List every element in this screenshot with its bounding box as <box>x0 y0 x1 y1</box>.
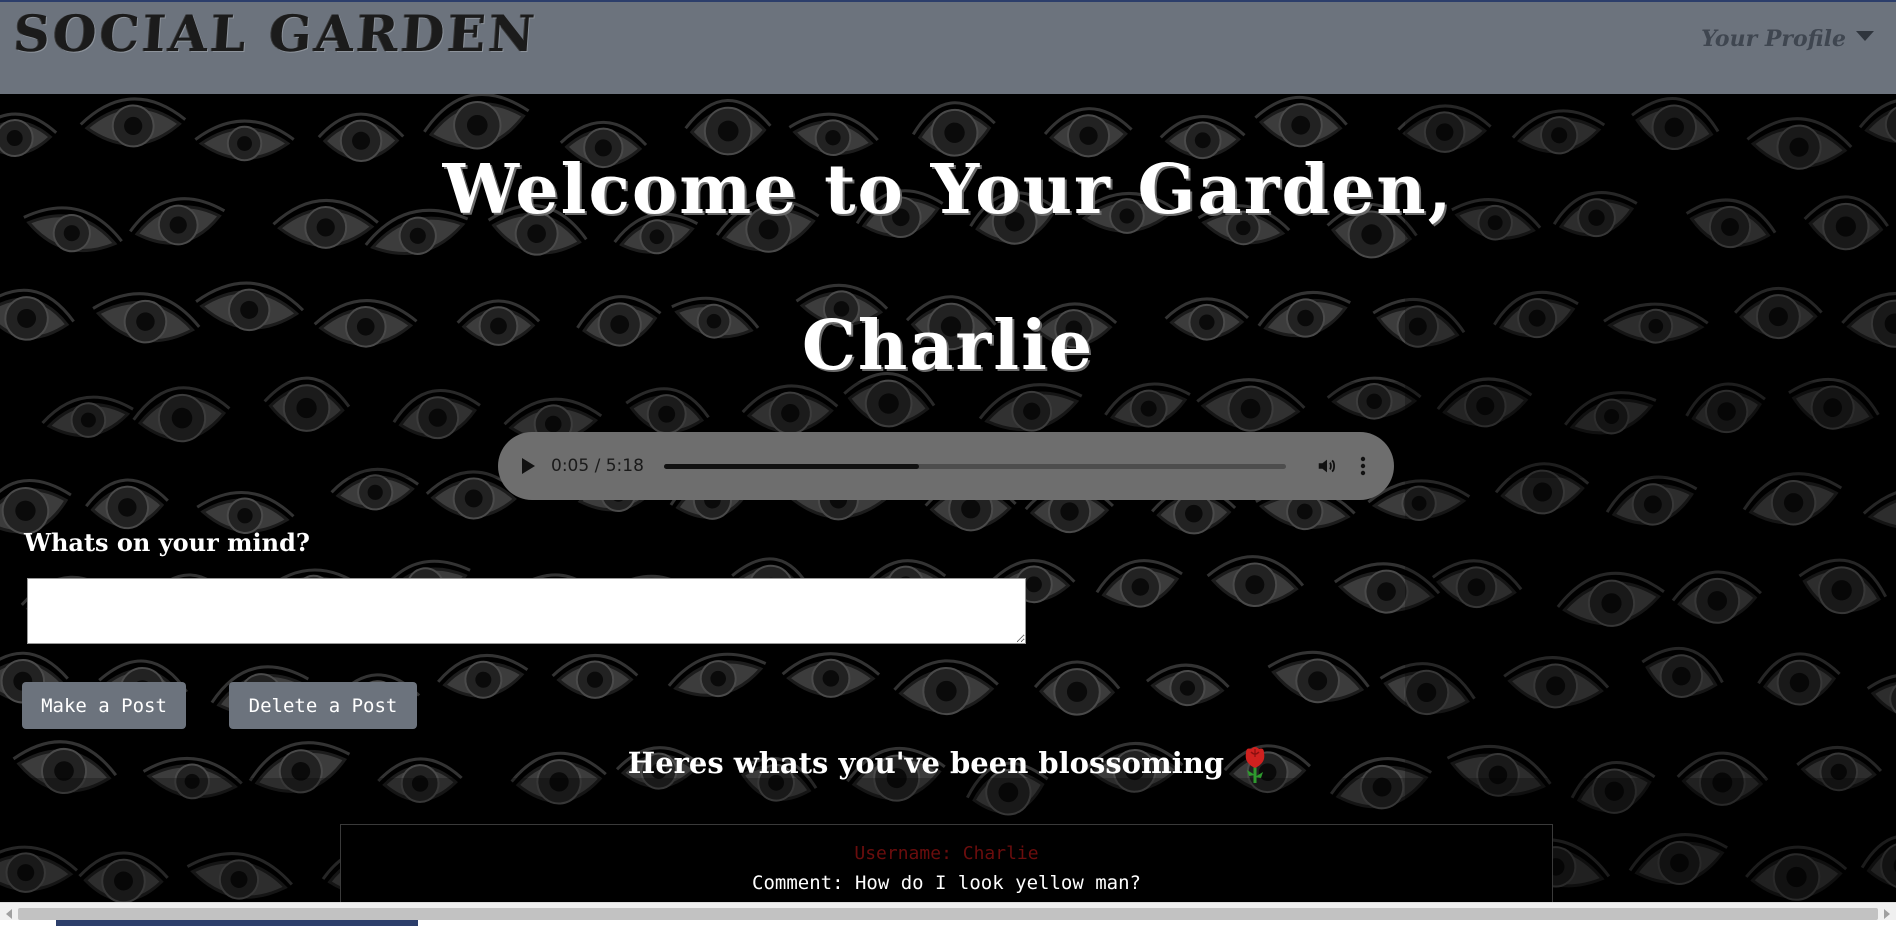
post-username: Username: Charlie <box>854 843 1039 864</box>
post-prompt-label: Whats on your mind? <box>24 528 310 557</box>
audio-progress-fill <box>663 463 919 469</box>
scroll-left-icon[interactable] <box>6 909 12 919</box>
eye-motif <box>893 659 999 716</box>
posts-heading-text: Heres whats you've been blossoming <box>627 746 1225 780</box>
scrollbar-thumb[interactable] <box>18 908 1878 920</box>
make-post-button[interactable]: Make a Post <box>22 682 186 729</box>
volume-icon[interactable] <box>1316 455 1338 477</box>
caret-down-icon <box>1856 31 1874 41</box>
eye-motif <box>1267 650 1370 704</box>
rose-icon <box>1245 747 1265 783</box>
eye-motif <box>85 478 169 530</box>
eye-motif <box>781 652 881 698</box>
audio-time: 0:05 / 5:18 <box>551 456 644 476</box>
welcome-username: Charlie <box>801 306 1095 386</box>
eye-motif <box>551 654 639 699</box>
play-icon[interactable] <box>522 458 535 474</box>
audio-seek-bar[interactable] <box>663 463 1286 469</box>
eye-motif <box>667 652 767 698</box>
profile-dropdown-toggle[interactable]: Your Profile <box>1701 26 1874 52</box>
delete-post-button[interactable]: Delete a Post <box>229 682 417 729</box>
eye-motif <box>1145 663 1230 707</box>
eye-motif <box>1095 559 1183 608</box>
top-navbar: SOCIAL GARDEN Your Profile <box>0 0 1896 94</box>
eye-motif <box>437 654 529 699</box>
welcome-heading: Welcome to Your Garden, Charlie <box>0 112 1896 424</box>
profile-dropdown-label: Your Profile <box>1701 26 1846 52</box>
post-input[interactable] <box>27 578 1026 644</box>
eye-motif <box>1033 660 1121 716</box>
more-options-icon[interactable] <box>1360 455 1366 477</box>
scroll-right-icon[interactable] <box>1884 909 1890 919</box>
posts-heading: Heres whats you've been blossoming <box>0 745 1896 785</box>
audio-player: 0:05 / 5:18 <box>498 432 1394 500</box>
post-card: Username: Charlie Comment: How do I look… <box>340 824 1553 904</box>
brand-logo[interactable]: SOCIAL GARDEN <box>12 4 540 63</box>
welcome-line: Welcome to Your Garden, <box>442 150 1454 230</box>
window-bottom-edge-accent <box>56 920 418 926</box>
eye-motif <box>1206 555 1305 608</box>
post-comment: Comment: How do I look yellow man? <box>752 872 1141 894</box>
